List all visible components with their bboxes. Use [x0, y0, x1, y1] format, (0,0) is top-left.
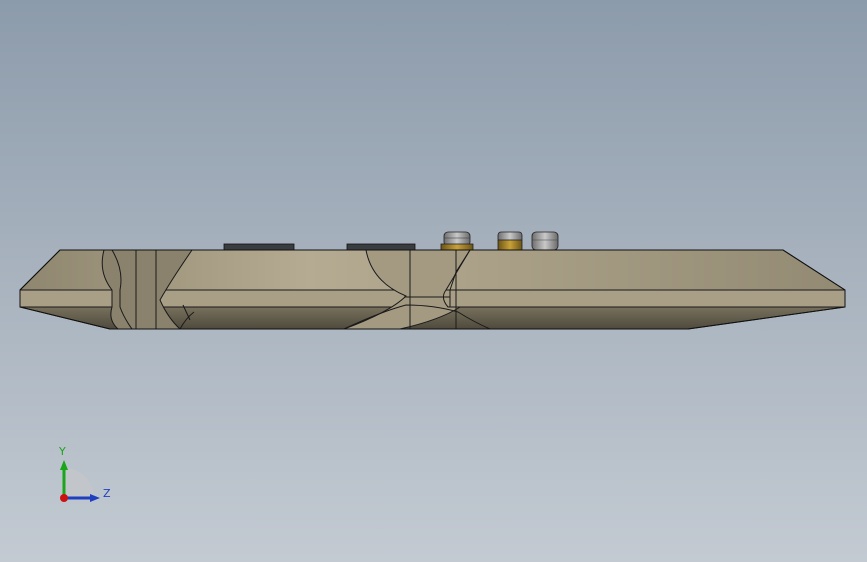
- model-part-view[interactable]: [0, 0, 867, 562]
- z-axis-arrowhead-icon: [90, 494, 100, 502]
- graphics-viewport[interactable]: Y Z: [0, 0, 867, 562]
- part-body: [19, 249, 846, 330]
- connector-group: [440, 231, 559, 252]
- top-plates: [223, 243, 416, 251]
- x-axis-origin-icon: [60, 494, 68, 502]
- y-axis-arrowhead-icon: [60, 460, 68, 470]
- z-axis-label: Z: [103, 487, 111, 500]
- y-axis-label: Y: [58, 445, 66, 458]
- triad-quadrant-icon: [64, 468, 94, 498]
- reference-triad[interactable]: Y Z: [50, 440, 120, 510]
